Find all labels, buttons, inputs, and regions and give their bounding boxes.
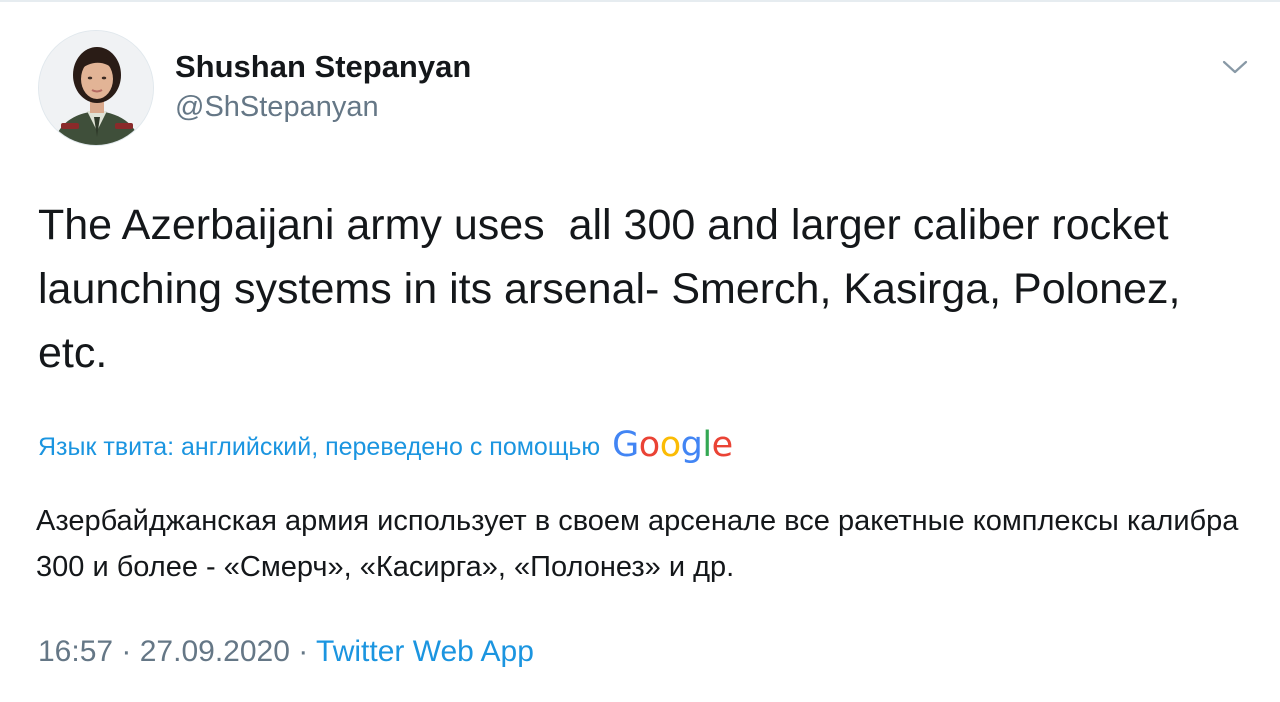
google-logo-letter: o <box>659 425 681 465</box>
google-logo-icon: Google <box>612 425 734 465</box>
tweet-time[interactable]: 16:57 <box>38 635 113 668</box>
google-logo-letter: g <box>680 425 703 465</box>
tweet-meta: 16:57 · 27.09.2020 · Twitter Web App <box>38 635 534 669</box>
tweet-text: The Azerbaijani army uses all 300 and la… <box>38 201 1193 377</box>
meta-separator: · <box>298 635 317 668</box>
top-divider <box>0 0 1280 2</box>
chevron-down-icon[interactable] <box>1220 56 1250 78</box>
tweet-date[interactable]: 27.09.2020 <box>140 635 290 668</box>
google-logo-letter: o <box>638 425 660 465</box>
google-logo-letter: G <box>612 425 639 465</box>
translated-text: Азербайджанская армия использует в своем… <box>36 505 1239 583</box>
google-logo-letter: e <box>711 425 734 465</box>
author-handle[interactable]: @ShStepanyan <box>175 91 379 124</box>
translation-label[interactable]: Язык твита: английский, переведено с пом… <box>38 433 600 462</box>
profile-photo-icon <box>39 31 153 145</box>
translation-attribution: Язык твита: английский, переведено с пом… <box>38 425 733 469</box>
meta-separator: · <box>121 635 140 668</box>
google-logo-letter: l <box>702 425 712 465</box>
tweet-source-link[interactable]: Twitter Web App <box>316 635 534 668</box>
author-name[interactable]: Shushan Stepanyan <box>175 49 471 85</box>
avatar[interactable] <box>38 30 154 146</box>
